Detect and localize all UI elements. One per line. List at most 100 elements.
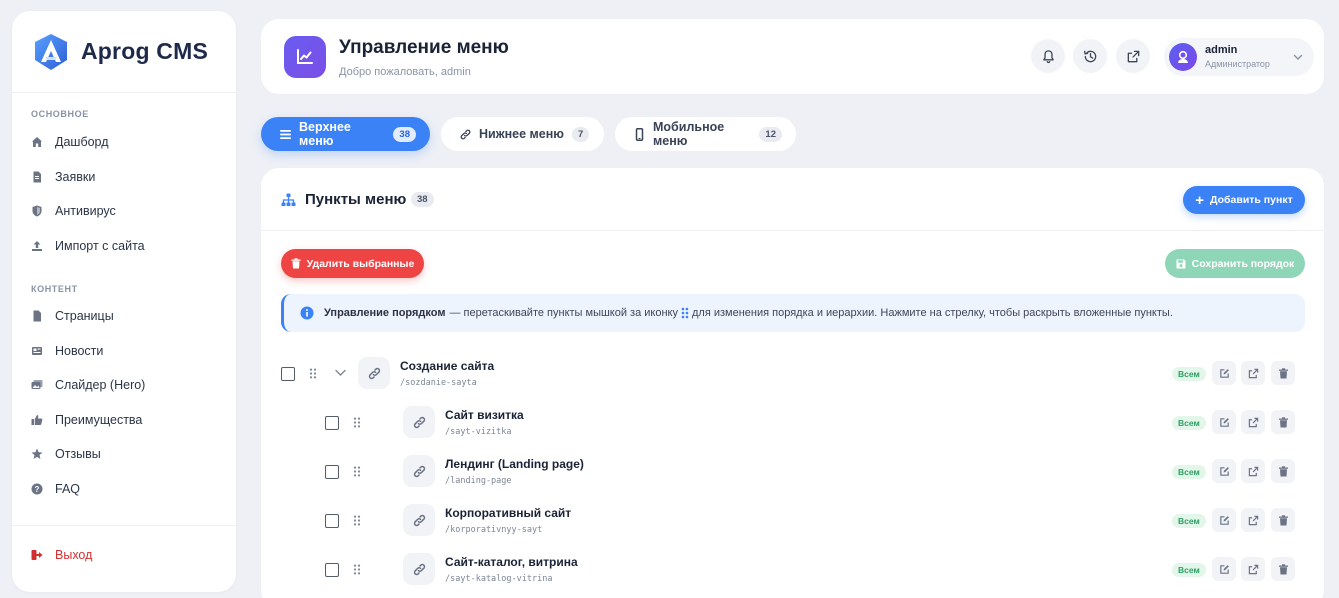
menu-items-panel: Пункты меню 38 + Добавить пункт Удалить … xyxy=(261,168,1324,598)
page-icon xyxy=(31,310,43,322)
edit-icon xyxy=(1219,417,1229,427)
user-menu[interactable]: admin Администратор xyxy=(1164,38,1314,76)
sidebar-item-label: Антивирус xyxy=(55,204,116,219)
sidebar-item-antivirus[interactable]: Антивирус xyxy=(12,194,236,229)
tab-mobile-menu[interactable]: Мобильное меню 12 xyxy=(615,117,796,151)
delete-button[interactable] xyxy=(1271,459,1295,483)
nav-section-content: КОНТЕНТ xyxy=(31,284,78,294)
brand-name: Aprog CMS xyxy=(81,38,209,64)
sidebar-item-requests[interactable]: Заявки xyxy=(12,160,236,195)
row-checkbox[interactable] xyxy=(325,416,339,430)
open-link-button[interactable] xyxy=(1241,410,1265,434)
item-slug: /korporativnyy-sayt xyxy=(445,525,543,535)
page-title: Управление меню xyxy=(339,37,509,58)
sidebar-item-import[interactable]: Импорт с сайта xyxy=(12,229,236,264)
svg-text:?: ? xyxy=(35,485,40,494)
delete-button[interactable] xyxy=(1271,410,1295,434)
bell-icon xyxy=(1042,49,1054,63)
save-order-label: Сохранить порядок xyxy=(1191,257,1295,270)
sidebar-item-label: Дашборд xyxy=(55,135,109,150)
drag-handle-icon[interactable] xyxy=(353,564,361,575)
visibility-badge: Всем xyxy=(1172,367,1206,381)
item-slug: /sozdanie-sayta xyxy=(400,378,477,388)
notifications-button[interactable] xyxy=(1031,39,1065,73)
delete-button[interactable] xyxy=(1271,508,1295,532)
edit-button[interactable] xyxy=(1212,410,1236,434)
sidebar-item-label: Заявки xyxy=(55,169,96,184)
sitemap-icon xyxy=(281,193,296,206)
logout-button[interactable]: Выход xyxy=(12,538,236,573)
tab-bottom-menu[interactable]: Нижнее меню 7 xyxy=(441,117,604,151)
tab-label: Верхнее меню xyxy=(299,120,351,148)
chevron-down-icon[interactable] xyxy=(335,369,346,377)
external-link-icon xyxy=(1248,515,1258,525)
delete-selected-button[interactable]: Удалить выбранные xyxy=(281,249,424,278)
link-icon xyxy=(403,504,435,536)
chevron-down-icon xyxy=(1293,54,1303,60)
sidebar-item-label: Новости xyxy=(55,343,104,358)
images-icon xyxy=(31,379,43,391)
drag-handle-icon[interactable] xyxy=(353,515,361,526)
edit-button[interactable] xyxy=(1212,361,1236,385)
bars-icon xyxy=(279,128,292,141)
link-icon xyxy=(403,455,435,487)
open-link-button[interactable] xyxy=(1241,508,1265,532)
sidebar-item-faq[interactable]: ? FAQ xyxy=(12,472,236,507)
sidebar-item-label: Отзывы xyxy=(55,447,101,462)
star-icon xyxy=(31,448,43,460)
sidebar-item-slider[interactable]: Слайдер (Hero) xyxy=(12,368,236,403)
panel-title: Пункты меню xyxy=(305,191,407,208)
row-checkbox[interactable] xyxy=(325,514,339,528)
edit-button[interactable] xyxy=(1212,508,1236,532)
sidebar-item-label: Страницы xyxy=(55,309,114,324)
sidebar-item-advantages[interactable]: Преимущества xyxy=(12,403,236,438)
edit-button[interactable] xyxy=(1212,557,1236,581)
sidebar-item-reviews[interactable]: Отзывы xyxy=(12,437,236,472)
add-item-button[interactable]: + Добавить пункт xyxy=(1183,186,1305,214)
history-button[interactable] xyxy=(1073,39,1107,73)
newspaper-icon xyxy=(31,345,43,357)
home-icon xyxy=(31,136,43,148)
external-link-icon xyxy=(1248,466,1258,476)
panel-count-badge: 38 xyxy=(411,192,434,207)
row-checkbox[interactable] xyxy=(325,563,339,577)
info-text-part2: для изменения порядка и иерархии. Нажмит… xyxy=(692,307,1173,319)
row-checkbox[interactable] xyxy=(325,465,339,479)
delete-button[interactable] xyxy=(1271,361,1295,385)
link-icon xyxy=(403,553,435,585)
visibility-badge: Всем xyxy=(1172,465,1206,479)
menu-item-row: Сайт визитка /sayt-vizitka Всем xyxy=(261,402,1324,451)
drag-handle-icon[interactable] xyxy=(353,466,361,477)
drag-handle-icon[interactable] xyxy=(309,368,317,379)
row-checkbox[interactable] xyxy=(281,367,295,381)
menu-item-row: Корпоративный сайт /korporativnyy-sayt В… xyxy=(261,500,1324,549)
add-item-label: Добавить пункт xyxy=(1210,194,1293,206)
edit-icon xyxy=(1219,515,1229,525)
sidebar-item-news[interactable]: Новости xyxy=(12,334,236,369)
sidebar-item-dashboard[interactable]: Дашборд xyxy=(12,125,236,160)
edit-button[interactable] xyxy=(1212,459,1236,483)
user-role: Администратор xyxy=(1205,59,1270,69)
item-slug: /sayt-katalog-vitrina xyxy=(445,574,553,584)
top-header: Управление меню Добро пожаловать, admin … xyxy=(261,19,1324,94)
external-link-icon xyxy=(1127,50,1139,62)
open-link-button[interactable] xyxy=(1241,459,1265,483)
link-icon xyxy=(459,128,472,141)
link-icon xyxy=(358,357,390,389)
sidebar: Aprog CMS ОСНОВНОЕ Дашборд Заявки Антиви… xyxy=(12,11,236,592)
sidebar-item-label: Импорт с сайта xyxy=(55,238,145,253)
info-alert: Управление порядком — перетаскивайте пун… xyxy=(281,294,1305,332)
open-link-button[interactable] xyxy=(1241,557,1265,581)
open-link-button[interactable] xyxy=(1241,361,1265,385)
delete-button[interactable] xyxy=(1271,557,1295,581)
brand[interactable]: Aprog CMS xyxy=(12,11,236,93)
item-slug: /sayt-vizitka xyxy=(445,427,512,437)
drag-handle-icon[interactable] xyxy=(353,417,361,428)
tab-top-menu[interactable]: Верхнее меню 38 xyxy=(261,117,430,151)
open-site-button[interactable] xyxy=(1116,39,1150,73)
save-order-button[interactable]: Сохранить порядок xyxy=(1165,249,1305,278)
sidebar-item-pages[interactable]: Страницы xyxy=(12,299,236,334)
link-icon xyxy=(403,406,435,438)
chart-line-icon xyxy=(284,36,326,78)
menu-item-row: Лендинг (Landing page) /landing-page Все… xyxy=(261,451,1324,500)
